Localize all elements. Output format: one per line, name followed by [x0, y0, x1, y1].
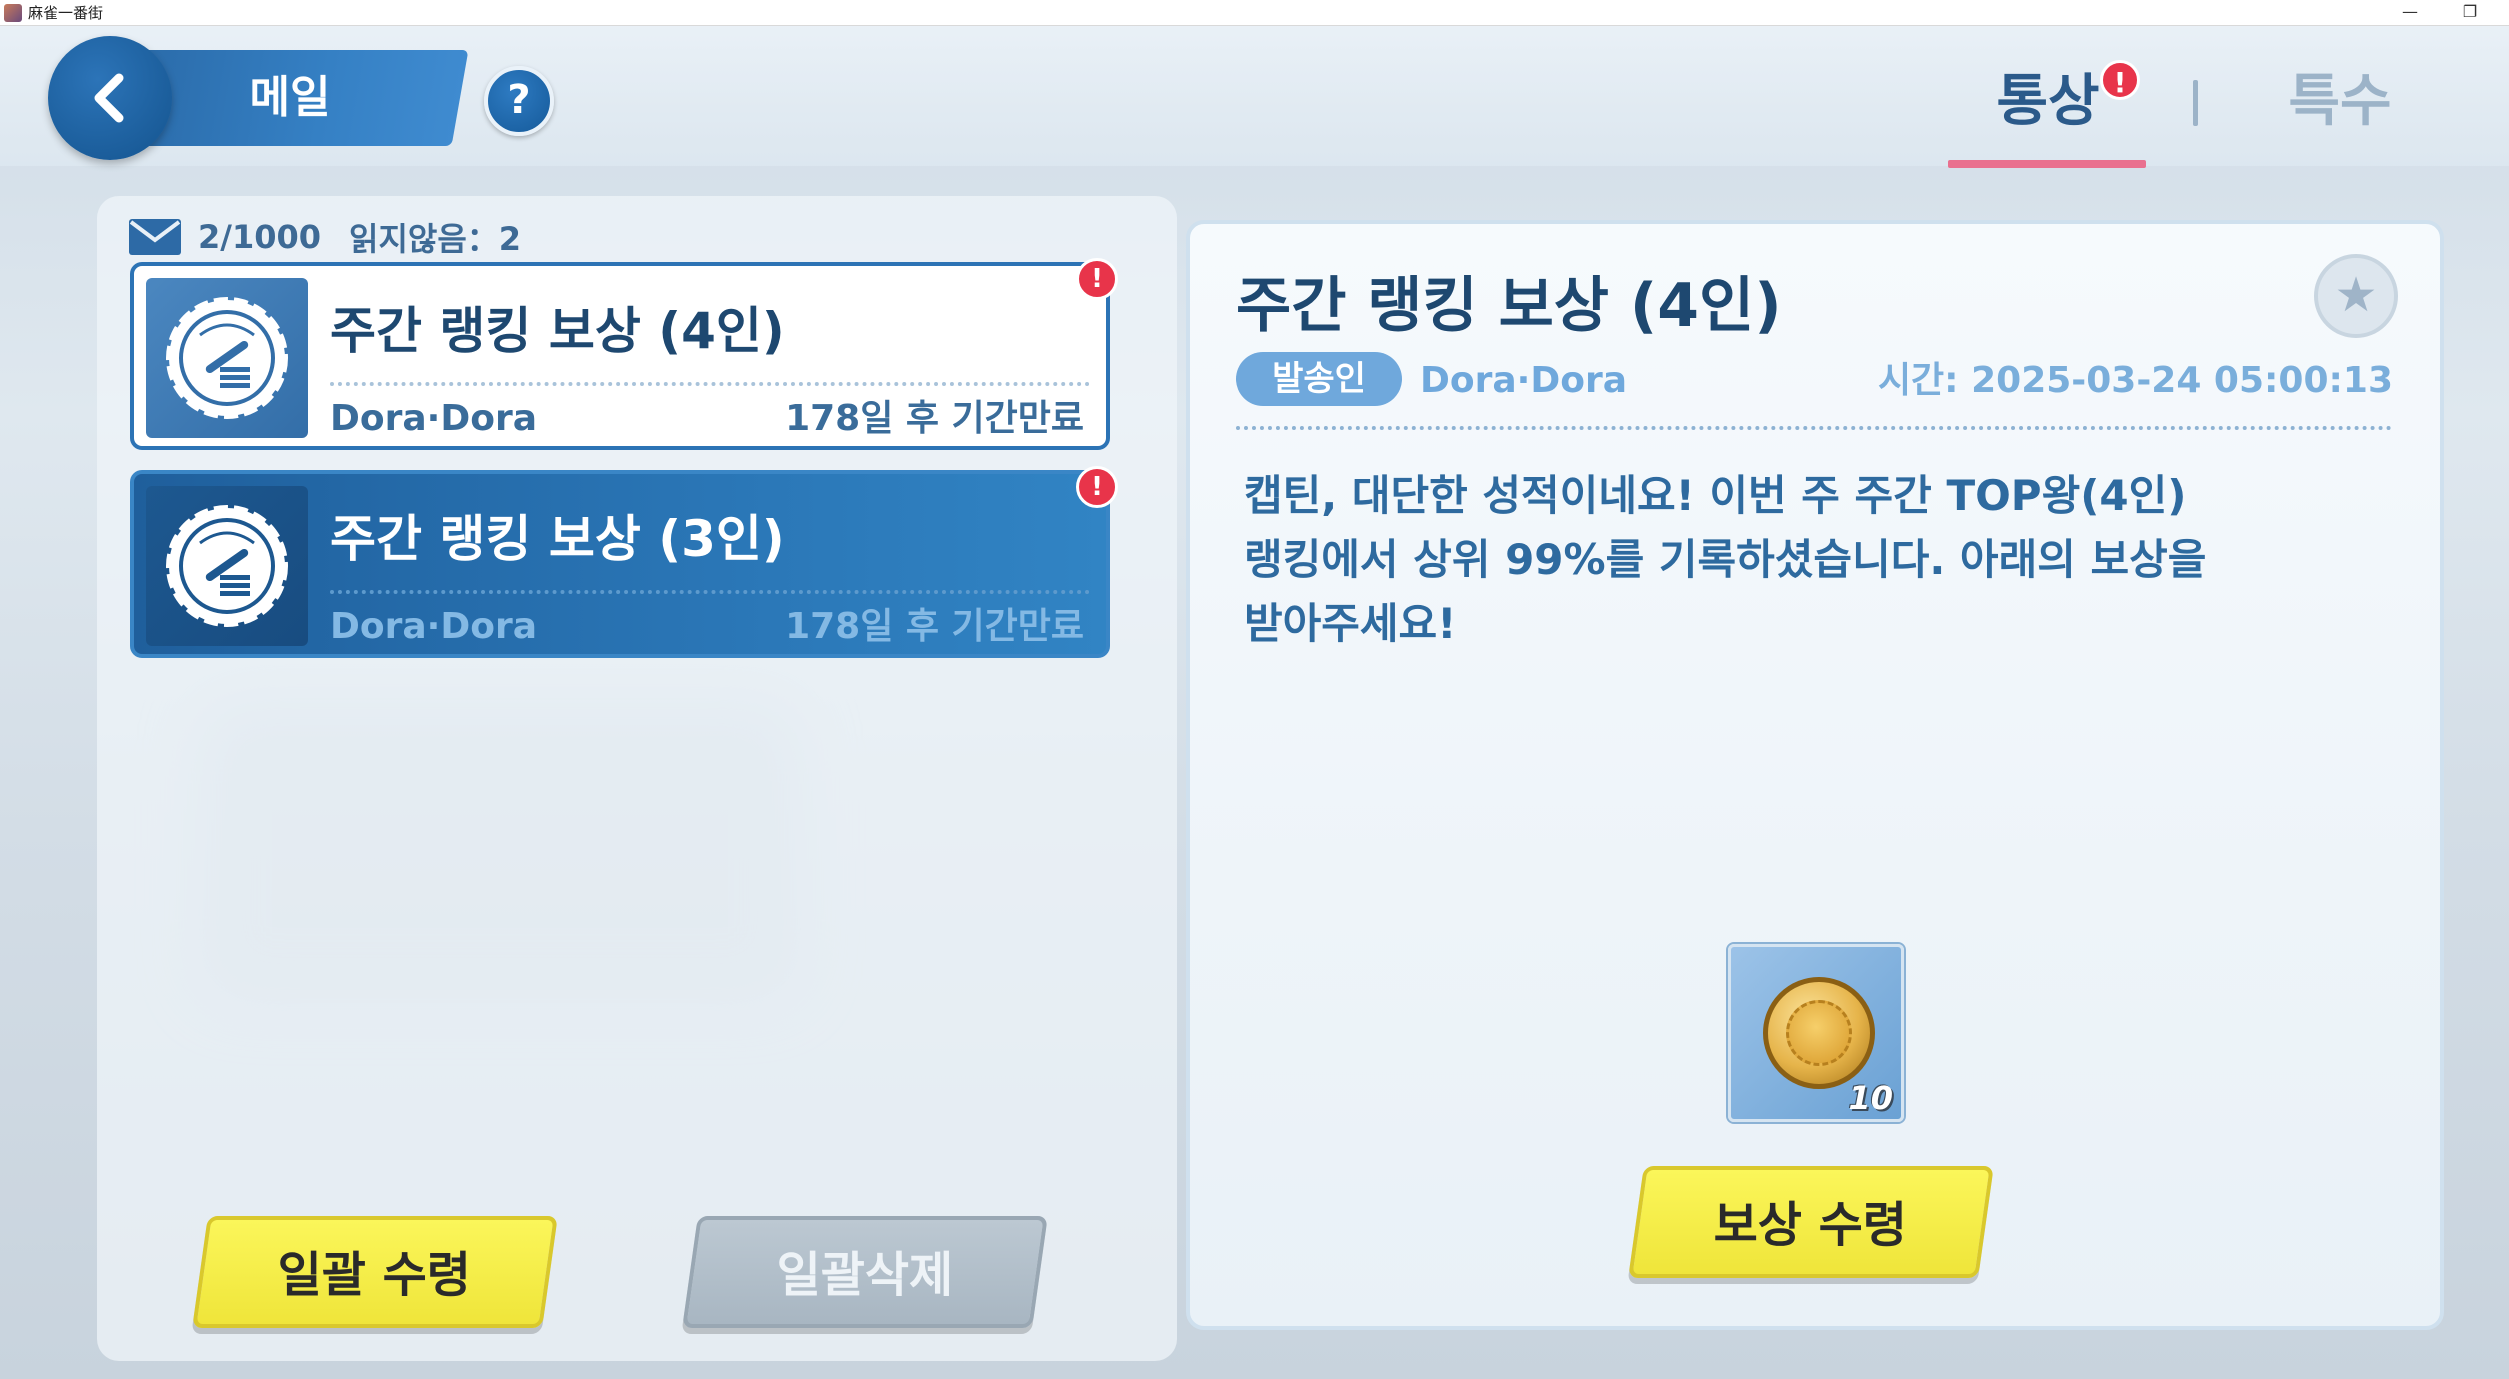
mail-alert-badge: ! [1076, 258, 1118, 300]
mail-sender: Dora·Dora [330, 606, 537, 647]
mail-list-item[interactable]: 주간 랭킹 보상 (3인) Dora·Dora 178일 후 기간만료 [130, 470, 1110, 658]
chevron-left-icon [94, 73, 124, 123]
unread-count: 읽지않음：2 [349, 220, 522, 258]
window-titlebar: 麻雀一番街 — ❐ [0, 0, 2509, 26]
mail-body-line: 랭킹에서 상위 99%를 기록하셨습니다. 아래의 보상을 [1244, 535, 2207, 584]
help-button[interactable]: ? [484, 66, 554, 136]
maximize-button[interactable]: ❐ [2450, 2, 2490, 24]
active-tab-indicator [1948, 160, 2146, 168]
mail-thumbnail [146, 486, 308, 646]
mail-body: 캡틴, 대단한 성적이네요! 이번 주 주간 TOP왕(4인) 랭킹에서 상위 … [1244, 464, 2324, 656]
envelope-icon [129, 219, 181, 255]
detail-timestamp: 시간: 2025-03-24 05:00:13 [1877, 360, 2393, 401]
tab-special[interactable]: 특수 [2240, 62, 2440, 142]
mail-count: 2/1000 [198, 218, 322, 256]
mail-divider [330, 590, 1090, 594]
star-icon: ★ [2334, 267, 2378, 323]
tab-alert-badge: ! [2100, 60, 2140, 100]
gold-coin-icon [1763, 977, 1875, 1089]
mail-subject: 주간 랭킹 보상 (4인) [330, 302, 785, 360]
detail-sender: Dora·Dora [1420, 360, 1627, 401]
detail-title: 주간 랭킹 보상 (4인) [1236, 271, 1782, 341]
mail-subject: 주간 랭킹 보상 (3인) [330, 510, 785, 568]
minimize-button[interactable]: — [2390, 2, 2430, 24]
reward-badge-icon [166, 297, 288, 419]
window-title: 麻雀一番街 [28, 4, 104, 22]
mail-expiry: 178일 후 기간만료 [785, 606, 1084, 647]
app-icon [4, 3, 22, 22]
mail-alert-badge: ! [1076, 466, 1118, 508]
reward-badge-icon [166, 505, 288, 627]
reward-item[interactable]: 10 [1728, 944, 1904, 1122]
back-button[interactable] [48, 36, 172, 160]
claim-all-button[interactable]: 일괄 수령 [192, 1216, 558, 1328]
mail-list-item[interactable]: 주간 랭킹 보상 (4인) Dora·Dora 178일 후 기간만료 [130, 262, 1110, 450]
claim-all-label: 일괄 수령 [277, 1247, 472, 1303]
mail-thumbnail [146, 278, 308, 438]
delete-all-label: 일괄삭제 [776, 1247, 953, 1303]
favorite-star-button[interactable]: ★ [2314, 254, 2398, 338]
claim-reward-label: 보상 수령 [1713, 1197, 1908, 1253]
mail-count-row: 2/1000 읽지않음：2 [128, 212, 521, 262]
mail-sender: Dora·Dora [330, 398, 537, 439]
reward-quantity: 10 [1848, 1079, 1893, 1117]
claim-reward-button[interactable]: 보상 수령 [1628, 1166, 1994, 1278]
page-title: 메일 [249, 72, 331, 123]
mail-expiry: 178일 후 기간만료 [785, 398, 1084, 439]
tab-separator [2193, 80, 2198, 126]
detail-divider [1236, 426, 2392, 430]
sender-label-chip: 발송인 [1236, 352, 1402, 406]
delete-all-button[interactable]: 일괄삭제 [682, 1216, 1048, 1328]
mail-body-line: 캡틴, 대단한 성적이네요! 이번 주 주간 TOP왕(4인) [1244, 471, 2187, 520]
mail-divider [330, 382, 1090, 386]
mail-body-line: 받아주세요! [1244, 599, 1457, 648]
